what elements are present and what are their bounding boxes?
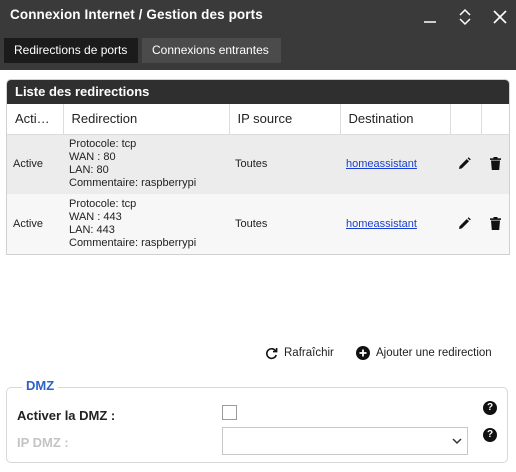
add-redirection-label: Ajouter une redirection <box>376 347 492 359</box>
redirections-list-title: Liste des redirections <box>7 80 509 104</box>
row-ip-source: Toutes <box>235 218 268 230</box>
expand-collapse-icon <box>459 8 471 26</box>
column-header-ip-source[interactable]: IP source <box>229 104 341 135</box>
delete-button[interactable] <box>487 215 503 231</box>
redirection-lan: LAN: 443 <box>69 224 115 236</box>
column-header-delete <box>481 104 509 135</box>
minimize-button[interactable] <box>416 3 444 31</box>
redirection-wan: WAN : 443 <box>69 211 122 223</box>
add-circle-icon <box>356 346 370 360</box>
column-header-destination[interactable]: Destination <box>340 104 451 135</box>
dmz-legend: DMZ <box>22 378 59 393</box>
pencil-icon <box>458 216 471 229</box>
table-row[interactable]: Active Protocole: tcp WAN : 443 LAN: 443… <box>7 194 509 254</box>
edit-button[interactable] <box>456 156 472 172</box>
redirection-comment: Commentaire: raspberrypi <box>69 177 197 190</box>
window-title: Connexion Internet / Gestion des ports <box>10 7 263 22</box>
redirections-panel: Liste des redirections Acti… Redirection… <box>6 79 510 255</box>
dmz-ip-select[interactable] <box>222 427 468 455</box>
row-redirection: Protocole: tcp WAN : 443 LAN: 443 Commen… <box>63 194 229 254</box>
redirection-protocol: Protocole: tcp <box>69 198 137 210</box>
redirection-comment: Commentaire: raspberrypi <box>69 237 197 249</box>
refresh-button[interactable]: Rafraîchir <box>265 344 334 362</box>
restore-button[interactable] <box>451 3 479 31</box>
row-ip-source: Toutes <box>235 158 268 171</box>
table-row[interactable]: Active Protocole: tcp WAN : 80 LAN: 80 C… <box>7 134 509 194</box>
dmz-ip-label: IP DMZ : <box>17 435 69 450</box>
add-redirection-button[interactable]: Ajouter une redirection <box>356 344 492 362</box>
dmz-enable-checkbox[interactable] <box>222 405 237 420</box>
tab-connexions-entrantes[interactable]: Connexions entrantes <box>142 38 281 63</box>
row-status: Active <box>13 158 43 171</box>
help-icon[interactable]: ? <box>483 428 497 442</box>
close-button[interactable] <box>486 3 514 31</box>
tab-bar: Redirections de ports Connexions entrant… <box>0 34 516 70</box>
redirection-lan: LAN: 80 <box>69 164 109 177</box>
row-status: Active <box>13 218 43 230</box>
dmz-enable-label: Activer la DMZ : <box>17 408 116 423</box>
refresh-label: Rafraîchir <box>284 347 334 359</box>
row-destination-link[interactable]: homeassistant <box>346 218 417 230</box>
column-header-redirection[interactable]: Redirection <box>63 104 230 135</box>
refresh-icon <box>266 347 278 359</box>
column-header-status[interactable]: Acti… <box>7 104 64 135</box>
close-icon <box>493 10 507 24</box>
edit-button[interactable] <box>456 215 472 231</box>
pencil-icon <box>458 157 471 169</box>
window-titlebar: Connexion Internet / Gestion des ports <box>0 0 516 34</box>
minimize-icon <box>424 21 436 23</box>
row-redirection: Protocole: tcp WAN : 80 LAN: 80 Commenta… <box>63 134 229 194</box>
trash-icon <box>489 157 501 170</box>
chevron-down-icon <box>452 438 462 445</box>
help-icon[interactable]: ? <box>483 401 497 415</box>
redirection-wan: WAN : 80 <box>69 151 116 164</box>
redirections-table: Acti… Redirection IP source Destination … <box>7 104 509 254</box>
trash-icon <box>489 216 501 230</box>
redirection-protocol: Protocole: tcp <box>69 138 137 151</box>
delete-button[interactable] <box>487 156 503 172</box>
tab-redirections-de-ports[interactable]: Redirections de ports <box>4 38 138 63</box>
column-header-edit <box>450 104 482 135</box>
row-destination-link[interactable]: homeassistant <box>346 158 417 170</box>
